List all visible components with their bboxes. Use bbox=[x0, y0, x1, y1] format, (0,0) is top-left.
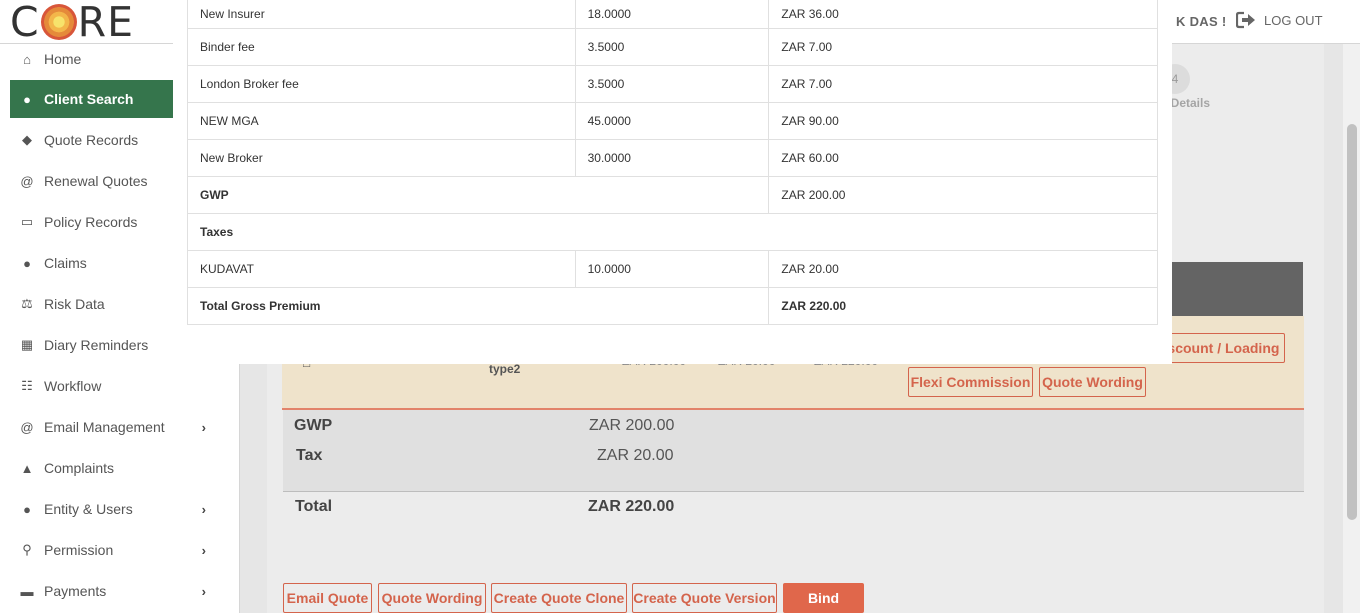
taxes-label: Taxes bbox=[187, 212, 1158, 251]
table-row: Binder fee 3.5000 ZAR 7.00 bbox=[187, 27, 1158, 66]
core-logo[interactable]: C RE bbox=[10, 0, 135, 46]
at-icon: @ bbox=[20, 173, 34, 189]
total-label: Total bbox=[295, 498, 333, 515]
fee-amount: ZAR 7.00 bbox=[768, 64, 1158, 103]
fee-name: NEW MGA bbox=[187, 101, 576, 140]
sidebar-item-label: Entity & Users bbox=[44, 501, 133, 517]
gwp-row: GWP ZAR 200.00 bbox=[186, 175, 1158, 214]
chevron-right-icon: › bbox=[201, 420, 206, 435]
user-greeting: K DAS ! bbox=[1176, 14, 1227, 29]
sidebar-item-label: Complaints bbox=[44, 460, 115, 476]
table-row: New Insurer 18.0000 ZAR 36.00 bbox=[187, 0, 1158, 29]
at-icon: @ bbox=[20, 419, 34, 435]
folder-icon: ▭ bbox=[20, 214, 34, 229]
fee-rate: 3.5000 bbox=[574, 27, 770, 66]
logo-ring-icon bbox=[40, 4, 77, 40]
sidebar-item-label: Quote Records bbox=[44, 132, 139, 148]
email-quote-button[interactable]: Email Quote bbox=[283, 583, 372, 613]
sidebar-item-complaints[interactable]: ▲ Complaints bbox=[10, 449, 230, 487]
gwp-row-label: GWP bbox=[186, 175, 770, 214]
table-row: London Broker fee 3.5000 ZAR 7.00 bbox=[187, 64, 1158, 103]
sidebar-item-label: Renewal Quotes bbox=[44, 173, 148, 189]
fee-name: London Broker fee bbox=[187, 64, 576, 103]
gwp-row-amount: ZAR 200.00 bbox=[768, 175, 1158, 214]
tag-icon: ◆ bbox=[22, 132, 32, 147]
table-row: KUDAVAT 10.0000 ZAR 20.00 bbox=[187, 249, 1158, 288]
logout-label: LOG OUT bbox=[1264, 12, 1323, 28]
create-quote-clone-button[interactable]: Create Quote Clone bbox=[491, 583, 627, 613]
sitemap-icon: ☷ bbox=[21, 378, 33, 393]
chevron-right-icon: › bbox=[201, 502, 206, 517]
fee-rate: 45.0000 bbox=[574, 101, 770, 140]
totals-summary bbox=[283, 410, 1304, 492]
quote-type-text: type2 bbox=[489, 362, 521, 376]
user-icon: ● bbox=[23, 255, 31, 271]
sidebar-item-label: Client Search bbox=[44, 91, 134, 107]
table-row: New Broker 30.0000 ZAR 60.00 bbox=[187, 138, 1158, 177]
sidebar-item-email-management[interactable]: @ Email Management › bbox=[10, 408, 230, 446]
fee-amount: ZAR 90.00 bbox=[768, 101, 1158, 140]
chevron-right-icon: › bbox=[201, 543, 206, 558]
fee-rate: 18.0000 bbox=[574, 0, 770, 29]
gwp-label: GWP bbox=[294, 417, 333, 434]
warning-icon: ▲ bbox=[20, 460, 34, 476]
fee-amount: ZAR 7.00 bbox=[768, 27, 1158, 66]
logo-text-suffix: RE bbox=[77, 0, 135, 46]
total-gross-premium-row: Total Gross Premium ZAR 220.00 bbox=[186, 286, 1158, 325]
calendar-icon: ▦ bbox=[20, 337, 34, 352]
table-header-band bbox=[1158, 262, 1303, 316]
sidebar-item-label: Risk Data bbox=[44, 296, 105, 312]
sidebar-item-label: Diary Reminders bbox=[44, 337, 149, 353]
taxes-header-row: Taxes bbox=[187, 212, 1158, 251]
sidebar-item-label: Home bbox=[44, 51, 82, 67]
flexi-commission-button[interactable]: Flexi Commission bbox=[908, 367, 1033, 397]
tax-value: ZAR 20.00 bbox=[597, 447, 674, 464]
key-icon: ⚲ bbox=[22, 542, 32, 557]
fee-rate: 30.0000 bbox=[574, 138, 770, 177]
fee-amount: ZAR 60.00 bbox=[768, 138, 1158, 177]
sidebar-item-entity-users[interactable]: ● Entity & Users › bbox=[10, 490, 230, 528]
quote-wording-button[interactable]: Quote Wording bbox=[378, 583, 486, 613]
tax-rate: 10.0000 bbox=[574, 249, 770, 288]
fee-rate: 3.5000 bbox=[574, 64, 770, 103]
bind-button[interactable]: Bind bbox=[783, 583, 864, 613]
tax-label: Tax bbox=[296, 447, 323, 464]
home-icon: ⌂ bbox=[23, 51, 31, 67]
total-value: ZAR 220.00 bbox=[588, 498, 675, 515]
premium-breakdown-table: New Insurer 18.0000 ZAR 36.00 Binder fee 3.5… bbox=[186, 0, 1158, 325]
scrollbar-thumb[interactable] bbox=[1347, 124, 1357, 520]
sidebar-item-workflow[interactable]: ☷ Workflow bbox=[10, 367, 230, 405]
tax-name: KUDAVAT bbox=[187, 249, 576, 288]
sidebar-item-label: Workflow bbox=[44, 378, 102, 394]
user-icon: ● bbox=[23, 91, 31, 107]
table-row: NEW MGA 45.0000 ZAR 90.00 bbox=[187, 101, 1158, 140]
row-quote-wording-button[interactable]: Quote Wording bbox=[1039, 367, 1146, 397]
sidebar-item-label: Policy Records bbox=[44, 214, 138, 230]
discount-loading-button[interactable]: iscount / Loading bbox=[1158, 333, 1285, 363]
user-icon: ● bbox=[23, 501, 31, 517]
gwp-value: ZAR 200.00 bbox=[589, 417, 675, 434]
logo-text-prefix: C bbox=[10, 0, 40, 46]
sidebar-item-label: Payments bbox=[44, 583, 107, 599]
sidebar-item-payments[interactable]: ▬ Payments › bbox=[10, 572, 230, 610]
total-gross-premium-amount: ZAR 220.00 bbox=[768, 286, 1158, 325]
sidebar-item-permission[interactable]: ⚲ Permission › bbox=[10, 531, 230, 569]
scale-icon: ⚖ bbox=[21, 296, 33, 311]
total-gross-premium-label: Total Gross Premium bbox=[186, 286, 770, 325]
fee-name: New Insurer bbox=[187, 0, 576, 29]
logout-icon bbox=[1236, 11, 1255, 29]
sidebar-item-label: Permission bbox=[44, 542, 114, 558]
create-quote-version-button[interactable]: Create Quote Version bbox=[632, 583, 777, 613]
tax-amount: ZAR 20.00 bbox=[768, 249, 1158, 288]
fee-amount: ZAR 36.00 bbox=[768, 0, 1158, 29]
sidebar-item-label: Email Management bbox=[44, 419, 165, 435]
fee-name: New Broker bbox=[187, 138, 576, 177]
credit-card-icon: ▬ bbox=[20, 583, 34, 599]
chevron-right-icon: › bbox=[201, 584, 206, 599]
fee-name: Binder fee bbox=[187, 27, 576, 66]
logout-button[interactable]: LOG OUT bbox=[1236, 11, 1323, 29]
sidebar-item-label: Claims bbox=[44, 255, 87, 271]
